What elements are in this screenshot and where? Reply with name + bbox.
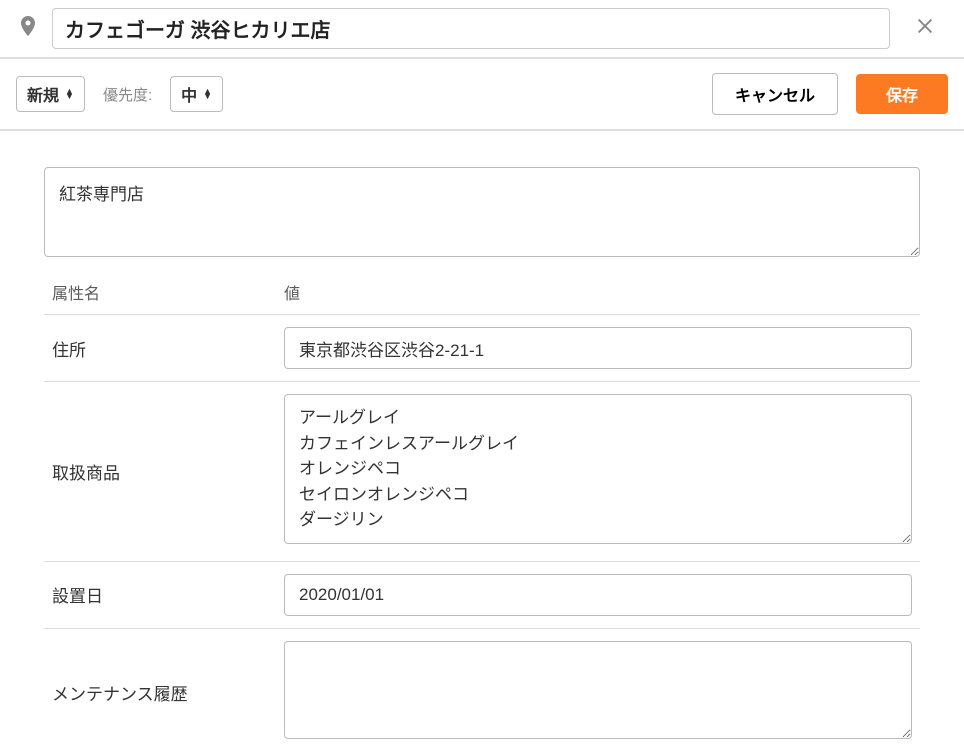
toolbar: 新規 ▲▼ 優先度: 中 ▲▼ キャンセル 保存 <box>0 59 964 129</box>
header-row <box>0 0 964 57</box>
priority-select[interactable]: 中 ▲▼ <box>170 76 223 112</box>
attr-header-value: 値 <box>284 280 912 304</box>
priority-value: 中 <box>181 82 197 106</box>
attribute-value-cell <box>284 641 912 745</box>
attribute-label: メンテナンス履歴 <box>52 680 284 705</box>
save-button[interactable]: 保存 <box>856 74 948 114</box>
attribute-value-cell <box>284 394 912 549</box>
attribute-label: 住所 <box>52 336 284 361</box>
attribute-value-input[interactable] <box>284 394 912 544</box>
attribute-value-cell <box>284 327 912 369</box>
attribute-row: 設置日 <box>44 561 920 628</box>
attr-header-name: 属性名 <box>52 280 284 304</box>
attribute-row: 取扱商品 <box>44 381 920 561</box>
attribute-label: 設置日 <box>52 582 284 607</box>
attribute-label: 取扱商品 <box>52 459 284 484</box>
priority-label: 優先度: <box>103 84 152 105</box>
title-input[interactable] <box>52 8 890 49</box>
attribute-row: 住所 <box>44 314 920 381</box>
attribute-value-input[interactable] <box>284 641 912 740</box>
status-select[interactable]: 新規 ▲▼ <box>16 76 85 112</box>
cancel-button[interactable]: キャンセル <box>712 73 838 115</box>
form-area: 属性名 値 住所取扱商品設置日メンテナンス履歴 <box>0 131 964 756</box>
attribute-value-input[interactable] <box>284 574 912 616</box>
updown-icon: ▲▼ <box>65 89 74 99</box>
description-textarea[interactable] <box>44 167 920 257</box>
close-icon[interactable] <box>902 15 948 42</box>
location-pin-icon <box>16 14 40 43</box>
attribute-header: 属性名 値 <box>44 262 920 314</box>
status-value: 新規 <box>27 82 59 106</box>
updown-icon: ▲▼ <box>203 89 212 99</box>
attribute-value-cell <box>284 574 912 616</box>
attribute-value-input[interactable] <box>284 327 912 369</box>
